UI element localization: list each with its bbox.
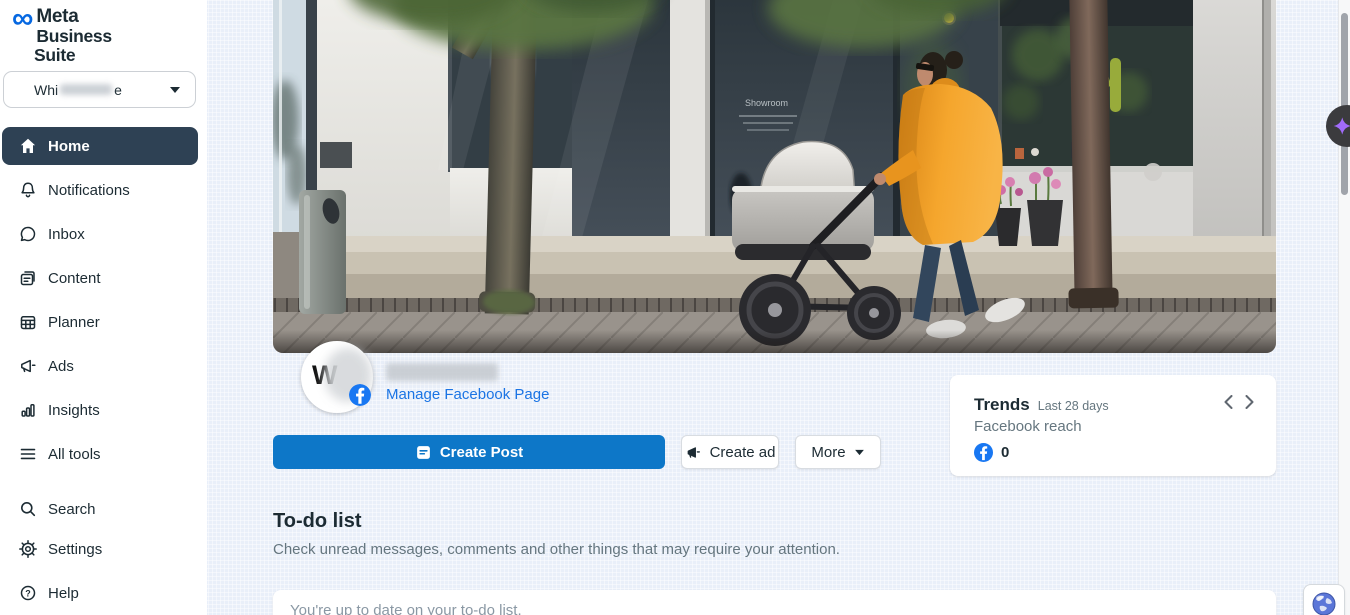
manage-facebook-page-link[interactable]: Manage Facebook Page	[386, 386, 549, 403]
bar-chart-icon	[18, 400, 38, 420]
trends-title: Trends	[974, 395, 1030, 415]
sidebar-item-label: Planner	[48, 314, 100, 331]
megaphone-icon	[18, 356, 38, 376]
language-selector-button[interactable]	[1303, 584, 1345, 615]
calendar-icon	[18, 312, 38, 332]
todo-list-title: To-do list	[273, 510, 362, 533]
business-name-suffix: e	[114, 82, 122, 98]
sidebar-item-inbox[interactable]: Inbox	[2, 215, 198, 253]
facebook-icon	[974, 443, 993, 462]
trends-period: Last 28 days	[1038, 399, 1109, 413]
sidebar-item-label: Ads	[48, 358, 74, 375]
sidebar-item-label: All tools	[48, 446, 101, 463]
chevron-down-icon	[854, 449, 865, 456]
sidebar-item-label: Notifications	[48, 182, 130, 199]
business-name: Whi e	[34, 82, 122, 98]
sidebar-item-content[interactable]: Content	[2, 259, 198, 297]
sidebar-item-search[interactable]: Search	[2, 490, 198, 528]
censored-page-name	[386, 363, 498, 381]
brand-line2: Business Suite	[34, 27, 155, 65]
censored-business-name	[60, 84, 112, 95]
content-cards-icon	[18, 268, 38, 288]
svg-text:?: ?	[25, 588, 31, 598]
sidebar-item-label: Home	[48, 138, 90, 155]
sidebar-item-label: Content	[48, 270, 101, 287]
home-icon	[18, 136, 38, 156]
business-switcher[interactable]: Whi e	[3, 71, 196, 108]
ai-assistant-button[interactable]	[1326, 105, 1350, 147]
sidebar-item-ads[interactable]: Ads	[2, 347, 198, 385]
trends-next-button[interactable]	[1245, 395, 1254, 409]
more-button[interactable]: More	[795, 435, 881, 469]
sparkles-icon	[1329, 106, 1350, 146]
todo-empty-message: You're up to date on your to-do list.	[290, 602, 522, 615]
chat-bubble-icon	[18, 224, 38, 244]
chevron-left-icon	[1224, 395, 1233, 409]
meta-infinity-icon: ∞	[12, 6, 33, 32]
sidebar-item-notifications[interactable]: Notifications	[2, 171, 198, 209]
trash-bin-shape	[299, 190, 346, 314]
create-ad-label: Create ad	[710, 444, 776, 461]
trends-metric: Facebook reach	[974, 418, 1252, 435]
trends-card: Trends Last 28 days Facebook reach 0	[950, 375, 1276, 476]
sidebar-item-help[interactable]: ? Help	[2, 574, 198, 612]
sidebar-item-label: Insights	[48, 402, 100, 419]
create-post-button[interactable]: Create Post	[273, 435, 665, 469]
todo-empty-card: You're up to date on your to-do list.	[273, 590, 1276, 615]
sidebar-item-label: Settings	[48, 541, 102, 558]
search-icon	[18, 499, 38, 519]
trends-facebook-value: 0	[1001, 444, 1009, 461]
cover-photo-illustration: Showroom	[273, 0, 1276, 353]
sidebar-item-label: Search	[48, 501, 96, 518]
post-icon	[415, 444, 432, 461]
sidebar-item-insights[interactable]: Insights	[2, 391, 198, 429]
chevron-down-icon	[169, 81, 181, 99]
facebook-icon	[349, 384, 371, 406]
scrollbar-thumb[interactable]	[1341, 13, 1348, 195]
bell-icon	[18, 180, 38, 200]
brand-line1: Meta	[12, 6, 155, 27]
sidebar-item-all-tools[interactable]: All tools	[2, 435, 198, 473]
megaphone-icon	[685, 444, 702, 461]
sidebar-item-settings[interactable]: Settings	[2, 530, 198, 568]
cover-photo: Showroom	[273, 0, 1276, 353]
sidebar: ∞ Meta Business Suite Whi e Home Not	[0, 0, 207, 615]
storefront-sign-text: Showroom	[745, 98, 788, 108]
gear-icon	[18, 539, 38, 559]
create-post-label: Create Post	[440, 444, 523, 461]
chevron-right-icon	[1245, 395, 1254, 409]
globe-icon	[1311, 591, 1337, 615]
meta-business-suite-page: ∞ Meta Business Suite Whi e Home Not	[0, 0, 1350, 615]
sidebar-item-planner[interactable]: Planner	[2, 303, 198, 341]
create-ad-button[interactable]: Create ad	[681, 435, 779, 469]
trends-prev-button[interactable]	[1224, 395, 1233, 409]
sidebar-item-label: Help	[48, 585, 79, 602]
sidebar-item-home[interactable]: Home	[2, 127, 198, 165]
more-label: More	[811, 444, 845, 461]
sidebar-item-label: Inbox	[48, 226, 85, 243]
business-name-prefix: Whi	[34, 82, 58, 98]
menu-lines-icon	[18, 444, 38, 464]
meta-business-suite-logo: ∞ Meta Business Suite	[12, 6, 155, 65]
help-icon: ?	[18, 583, 38, 603]
todo-list-subtitle: Check unread messages, comments and othe…	[273, 541, 840, 558]
